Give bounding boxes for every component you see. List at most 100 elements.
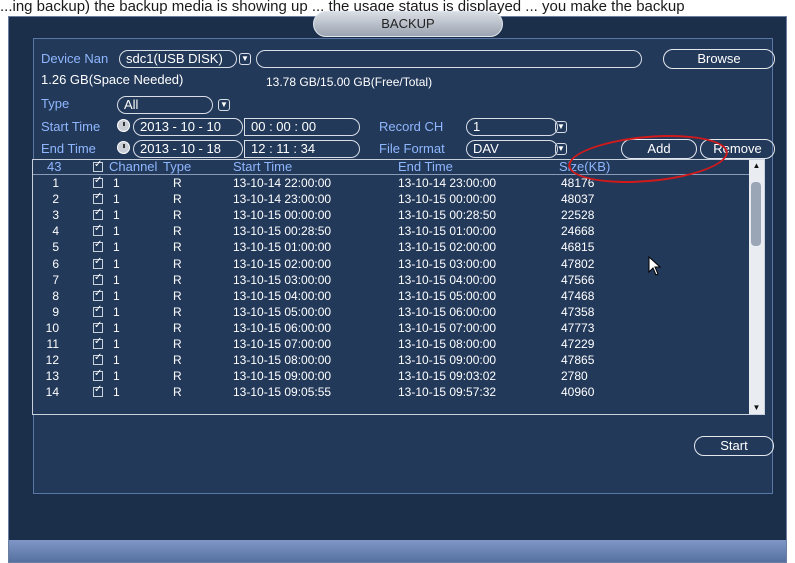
row-start: 13-10-15 04:00:00	[233, 288, 332, 303]
end-time-label: End Time	[41, 141, 96, 156]
end-date-field[interactable]: 2013 - 10 - 18	[133, 140, 243, 158]
type-label: Type	[41, 96, 70, 111]
row-checkbox[interactable]	[93, 304, 103, 317]
record-count: 43	[47, 159, 62, 174]
row-type: R	[173, 224, 182, 239]
scroll-thumb[interactable]	[751, 182, 761, 246]
row-ch: 1	[113, 224, 120, 239]
table-row[interactable]: 9 1 R 13-10-15 05:00:00 13-10-15 06:00:00 473…	[33, 304, 750, 320]
row-ch: 1	[113, 272, 120, 287]
browse-button[interactable]: Browse	[663, 49, 775, 69]
row-type: R	[173, 304, 182, 319]
table-row[interactable]: 14 1 R 13-10-15 09:05:55 13-10-15 09:57:32 40…	[33, 384, 750, 400]
row-ch: 1	[113, 353, 120, 368]
type-select[interactable]: All	[117, 96, 213, 114]
clock-icon	[117, 119, 130, 132]
table-row[interactable]: 4 1 R 13-10-15 00:28:50 13-10-15 01:00:00 246…	[33, 223, 750, 239]
row-ch: 1	[113, 288, 120, 303]
row-no: 8	[52, 288, 59, 303]
device-path-field[interactable]	[256, 50, 642, 68]
row-ch: 1	[113, 192, 120, 207]
record-ch-select[interactable]: 1	[466, 118, 558, 136]
row-end: 13-10-15 08:00:00	[398, 337, 497, 351]
device-dropdown-icon[interactable]: ▼	[239, 53, 251, 65]
table-row[interactable]: 111R13-10-15 07:00:0013-10-15 08:00:0047…	[33, 336, 750, 352]
row-end: 13-10-15 00:00:00	[398, 192, 497, 207]
row-ch: 1	[113, 369, 120, 384]
row-checkbox[interactable]	[93, 352, 103, 366]
row-end: 13-10-15 02:00:00	[398, 240, 497, 255]
scroll-up-icon[interactable]: ▲	[749, 160, 764, 172]
start-backup-button[interactable]: Start	[694, 436, 774, 456]
row-no: 12	[45, 353, 59, 368]
table-row[interactable]: 2 1 R 13-10-14 23:00:00 13-10-15 00:00:00 480…	[33, 191, 750, 207]
row-end: 13-10-15 09:57:32	[398, 385, 497, 400]
row-end: 13-10-14 23:00:00	[398, 176, 497, 190]
table-row[interactable]: 3 1 R 13-10-15 00:00:00 13-10-15 00:28:50 225…	[33, 207, 750, 223]
row-type: R	[173, 369, 182, 384]
row-start: 13-10-15 02:00:00	[233, 256, 332, 271]
row-checkbox[interactable]	[93, 368, 103, 382]
row-checkbox[interactable]	[93, 336, 103, 349]
row-size: 46815	[561, 240, 595, 255]
device-name-label: Device Nan	[41, 51, 109, 66]
row-end: 13-10-15 07:00:00	[398, 320, 497, 335]
table-row[interactable]: 13 1 R 13-10-15 09:00:00 13-10-15 09:03:02 27…	[33, 368, 750, 384]
row-checkbox[interactable]	[93, 320, 103, 333]
row-size: 47566	[561, 272, 595, 287]
table-row[interactable]: 10 1 R 13-10-15 06:00:00 13-10-15 07:00:00 47…	[33, 320, 750, 336]
row-no: 14	[45, 385, 59, 400]
row-end: 13-10-15 04:00:00	[398, 272, 497, 287]
dialog-title: BACKUP	[313, 11, 503, 37]
file-format-label: File Format	[379, 141, 445, 156]
row-no: 6	[52, 256, 59, 271]
row-type: R	[173, 176, 182, 190]
table-row[interactable]: 8 1 R 13-10-15 04:00:00 13-10-15 05:00:00 474…	[33, 288, 750, 304]
row-checkbox[interactable]	[93, 272, 103, 285]
row-checkbox[interactable]	[93, 191, 103, 205]
row-end: 13-10-15 09:00:00	[398, 353, 497, 368]
row-no: 7	[52, 272, 59, 287]
start-date-field[interactable]: 2013 - 10 - 10	[133, 118, 243, 136]
row-size: 2780	[561, 369, 588, 384]
row-checkbox[interactable]	[93, 384, 103, 398]
file-format-dropdown-icon[interactable]: ▼	[555, 143, 567, 155]
start-time-label: Start Time	[41, 119, 101, 134]
row-start: 13-10-15 07:00:00	[233, 337, 332, 351]
row-ch: 1	[113, 240, 120, 255]
device-select[interactable]: sdc1(USB DISK)	[119, 50, 237, 68]
row-no: 9	[52, 304, 59, 319]
row-start: 13-10-15 05:00:00	[233, 304, 332, 319]
row-size: 48037	[561, 192, 595, 207]
row-size: 47865	[561, 353, 595, 368]
scroll-down-icon[interactable]: ▼	[749, 402, 764, 414]
row-ch: 1	[113, 304, 120, 319]
table-row[interactable]: 7 1 R 13-10-15 03:00:00 13-10-15 04:00:00 475…	[33, 272, 750, 288]
row-type: R	[173, 337, 182, 351]
row-checkbox[interactable]	[93, 207, 103, 221]
row-end: 13-10-15 03:00:00	[398, 256, 497, 271]
row-no: 1	[52, 176, 59, 190]
select-all-checkbox[interactable]	[93, 160, 103, 172]
row-checkbox[interactable]	[93, 256, 103, 269]
row-checkbox[interactable]	[93, 239, 103, 253]
row-checkbox[interactable]	[93, 288, 103, 301]
row-type: R	[173, 272, 182, 287]
table-row[interactable]: 6 1 R 13-10-15 02:00:00 13-10-15 03:00:00 478…	[33, 256, 750, 272]
table-row[interactable]: 5 1 R 13-10-15 01:00:00 13-10-15 02:00:00 468…	[33, 239, 750, 255]
row-size: 47802	[561, 256, 595, 271]
table-row[interactable]: 12 1 R 13-10-15 08:00:00 13-10-15 09:00:00 47…	[33, 352, 750, 368]
row-size: 47468	[561, 288, 595, 303]
table-scrollbar[interactable]: ▲ ▼	[749, 160, 764, 414]
row-size: 24668	[561, 224, 595, 239]
record-ch-dropdown-icon[interactable]: ▼	[555, 121, 567, 133]
end-clock-field[interactable]: 12 : 11 : 34	[244, 140, 360, 158]
file-format-select[interactable]: DAV	[466, 140, 558, 158]
backup-file-table: 43 Channel Type Start Time End Time Size…	[32, 159, 765, 415]
row-checkbox[interactable]	[93, 223, 103, 237]
row-checkbox[interactable]	[93, 175, 103, 188]
start-clock-field[interactable]: 00 : 00 : 00	[244, 118, 360, 136]
type-dropdown-icon[interactable]: ▼	[218, 99, 230, 111]
type-header: Type	[163, 159, 192, 174]
row-start: 13-10-15 03:00:00	[233, 272, 332, 287]
